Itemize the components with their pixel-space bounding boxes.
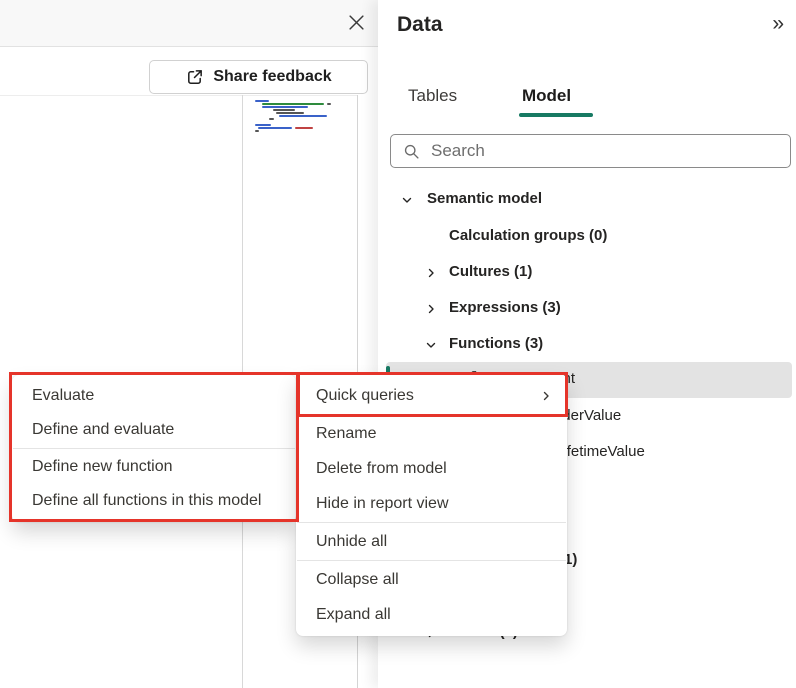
menu-item-label: Define new function (32, 458, 173, 476)
menu-item-label: Quick queries (316, 387, 414, 405)
minimap-line (243, 124, 357, 126)
editor-top-banner (0, 0, 378, 47)
menu-item-label: Expand all (316, 606, 391, 624)
minimap-code-segment (255, 100, 269, 102)
tree-item-calculation-groups-0[interactable]: Calculation groups (0) (378, 219, 796, 255)
minimap-line (243, 121, 357, 123)
menu-item-label: Define all functions in this model (32, 492, 261, 510)
close-button[interactable] (346, 15, 366, 35)
minimap-line (243, 130, 357, 132)
menu-item-define-and-evaluate[interactable]: Define and evaluate (12, 413, 296, 447)
menu-item-label: Unhide all (316, 533, 387, 551)
menu-item-hide-in-report-view[interactable]: Hide in report view (296, 486, 567, 521)
chevron-right-icon[interactable] (424, 302, 438, 316)
share-feedback-label: Share feedback (213, 68, 331, 86)
minimap-line (243, 115, 357, 117)
chevron-right-icon[interactable] (424, 266, 438, 280)
tree-item-cultures-1[interactable]: Cultures (1) (378, 255, 796, 291)
menu-item-delete-from-model[interactable]: Delete from model (296, 451, 567, 486)
minimap-code-segment (273, 109, 295, 111)
tree-item-label: Expressions (3) (449, 299, 561, 316)
menu-divider (297, 414, 566, 415)
minimap-code-segment (255, 124, 271, 126)
minimap-code-segment (262, 103, 324, 105)
minimap-code-segment (262, 106, 308, 108)
submenu-arrow-icon (539, 389, 553, 403)
minimap-line (243, 100, 357, 102)
menu-divider (297, 522, 566, 523)
menu-item-collapse-all[interactable]: Collapse all (296, 562, 567, 597)
tree-item-label: Cultures (1) (449, 263, 532, 280)
tree-item-label: Calculation groups (0) (449, 227, 607, 244)
tree-item-expressions-3[interactable]: Expressions (3) (378, 291, 796, 327)
open-in-new-icon (185, 68, 204, 87)
editor-top-border (0, 95, 358, 96)
menu-item-label: Evaluate (32, 387, 94, 405)
minimap-line (243, 118, 357, 120)
share-feedback-button[interactable]: Share feedback (149, 60, 368, 94)
minimap-code-segment (255, 130, 259, 132)
minimap-line (243, 127, 357, 129)
minimap-code-segment (269, 118, 274, 120)
menu-item-expand-all[interactable]: Expand all (296, 597, 567, 632)
menu-item-define-new-function[interactable]: Define new function (12, 450, 296, 484)
menu-item-evaluate[interactable]: Evaluate (12, 379, 296, 413)
tree-item-functions-3[interactable]: Functions (3) (378, 327, 796, 363)
menu-item-label: Hide in report view (316, 495, 449, 513)
minimap-code-segment (258, 127, 292, 129)
minimap-line (243, 106, 357, 108)
minimap-code-segment (279, 115, 327, 117)
menu-divider (297, 560, 566, 561)
minimap-code-segment (276, 112, 304, 114)
menu-item-label: Collapse all (316, 571, 399, 589)
menu-item-label: Delete from model (316, 460, 447, 478)
menu-item-rename[interactable]: Rename (296, 416, 567, 451)
minimap-line (243, 112, 357, 114)
code-minimap (243, 100, 357, 133)
tree-item-semantic-model[interactable]: Semantic model (378, 182, 796, 218)
menu-item-define-all-functions-in-this-model[interactable]: Define all functions in this model (12, 484, 296, 518)
chevron-down-icon[interactable] (424, 338, 438, 352)
minimap-line (243, 103, 357, 105)
menu-item-label: Rename (316, 425, 376, 443)
quick-queries-submenu: Evaluate Define and evaluate Define new fu… (12, 375, 296, 522)
close-icon (348, 14, 365, 36)
context-menu: Quick queries Rename Delete from model Hide… (296, 374, 567, 636)
chevron-down-icon[interactable] (400, 193, 414, 207)
tree-item-label: Semantic model (427, 190, 542, 207)
app-window: Share feedback Data » Tables Model Seman… (0, 0, 796, 688)
menu-divider (13, 448, 295, 449)
menu-item-quick-queries[interactable]: Quick queries (296, 378, 567, 413)
tree-item-label: Functions (3) (449, 335, 543, 352)
menu-item-unhide-all[interactable]: Unhide all (296, 524, 567, 559)
minimap-code-segment (295, 127, 313, 129)
minimap-code-segment (327, 103, 331, 105)
menu-item-label: Define and evaluate (32, 421, 174, 439)
minimap-line (243, 109, 357, 111)
